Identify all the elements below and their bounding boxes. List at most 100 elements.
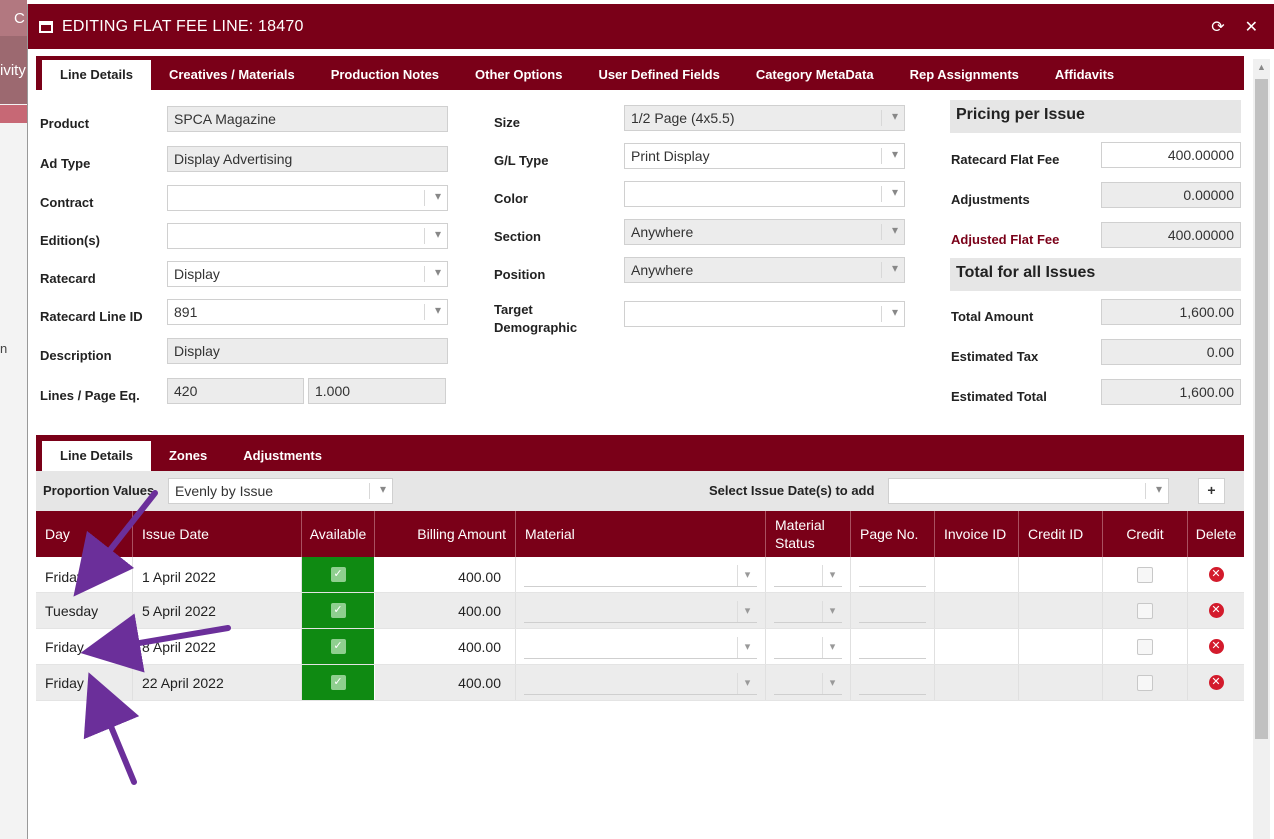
page-no-input[interactable] [859, 565, 926, 587]
chevron-down-icon: ▾ [822, 565, 842, 586]
credit-checkbox[interactable] [1137, 566, 1153, 583]
material-dropdown[interactable]: ▾ [524, 565, 757, 587]
close-icon[interactable]: ✕ [1245, 17, 1258, 37]
delete-icon[interactable]: ✕ [1208, 675, 1224, 690]
ad-type-field[interactable]: Display Advertising [167, 146, 448, 172]
tab-affidavits[interactable]: Affidavits [1037, 60, 1132, 90]
material-status-dropdown[interactable]: ▾ [774, 637, 842, 659]
scrollbar-thumb[interactable] [1255, 79, 1268, 739]
editions-label: Edition(s) [40, 233, 100, 248]
tab-rep-assignments[interactable]: Rep Assignments [892, 60, 1037, 90]
cell-available: ✓ [302, 557, 375, 592]
scroll-up-icon[interactable]: ▲ [1253, 59, 1270, 76]
issue-date-dropdown[interactable] [888, 478, 1169, 504]
cell-invoice-id [935, 629, 1019, 664]
cell-delete: ✕ [1188, 557, 1244, 592]
material-status-dropdown[interactable]: ▾ [774, 673, 842, 695]
col-material[interactable]: Material [516, 511, 766, 557]
credit-checkbox[interactable] [1137, 602, 1153, 619]
material-dropdown[interactable]: ▾ [524, 601, 757, 623]
material-status-dropdown[interactable]: ▾ [774, 601, 842, 623]
col-issue-date[interactable]: Issue Date [133, 511, 302, 557]
tab-other-options[interactable]: Other Options [457, 60, 580, 90]
col-day[interactable]: Day [36, 511, 133, 557]
col-credit-id[interactable]: Credit ID [1019, 511, 1103, 557]
table-row: Friday 1 April 2022 ✓ 400.00 ▾ ▾ ✕ [36, 557, 1244, 593]
product-field[interactable]: SPCA Magazine [167, 106, 448, 132]
tab-production-notes[interactable]: Production Notes [313, 60, 457, 90]
cell-page-no [851, 665, 935, 700]
target-demographic-dropdown[interactable] [624, 301, 905, 327]
page-eq-field[interactable]: 1.000 [308, 378, 446, 404]
proportion-values-dropdown[interactable]: Evenly by Issue [168, 478, 393, 504]
dialog-titlebar: EDITING FLAT FEE LINE: 18470 ⟳ ✕ [28, 4, 1274, 49]
col-billing-amount[interactable]: Billing Amount [375, 511, 516, 557]
cell-credit [1103, 593, 1188, 628]
tab-creatives-materials[interactable]: Creatives / Materials [151, 60, 313, 90]
tab-user-defined-fields[interactable]: User Defined Fields [580, 60, 737, 90]
refresh-icon[interactable]: ⟳ [1211, 17, 1224, 37]
ratecard-line-id-label: Ratecard Line ID [40, 309, 143, 324]
ratecard-dropdown[interactable]: Display [167, 261, 448, 287]
subtab-line-details[interactable]: Line Details [42, 441, 151, 471]
editions-dropdown[interactable] [167, 223, 448, 249]
background-tab: ivity [0, 36, 27, 104]
target-demographic-label: Target Demographic [494, 301, 577, 337]
pricing-per-issue-header: Pricing per Issue [950, 100, 1241, 133]
estimated-total-field[interactable]: 1,600.00 [1101, 379, 1241, 405]
tab-category-metadata[interactable]: Category MetaData [738, 60, 892, 90]
adjustments-field[interactable]: 0.00000 [1101, 182, 1241, 208]
main-tabs: Line Details Creatives / Materials Produ… [36, 56, 1244, 90]
page-no-input[interactable] [859, 637, 926, 659]
ratecard-line-id-dropdown[interactable]: 891 [167, 299, 448, 325]
background-text: n [0, 341, 8, 356]
material-dropdown[interactable]: ▾ [524, 637, 757, 659]
size-dropdown[interactable]: 1/2 Page (4x5.5) [624, 105, 905, 131]
available-checkbox[interactable]: ✓ [330, 675, 346, 690]
cell-page-no [851, 593, 935, 628]
color-dropdown[interactable] [624, 181, 905, 207]
credit-checkbox[interactable] [1137, 674, 1153, 691]
ratecard-flat-fee-field[interactable]: 400.00000 [1101, 142, 1241, 168]
subtab-zones[interactable]: Zones [151, 441, 225, 471]
col-invoice-id[interactable]: Invoice ID [935, 511, 1019, 557]
col-delete[interactable]: Delete [1188, 511, 1244, 557]
contract-dropdown[interactable] [167, 185, 448, 211]
description-field[interactable]: Display [167, 338, 448, 364]
delete-icon[interactable]: ✕ [1208, 603, 1224, 618]
page-no-input[interactable] [859, 601, 926, 623]
total-for-all-issues-header: Total for all Issues [950, 258, 1241, 291]
vertical-scrollbar[interactable]: ▲ [1253, 59, 1270, 839]
material-status-dropdown[interactable]: ▾ [774, 565, 842, 587]
delete-icon[interactable]: ✕ [1208, 567, 1224, 582]
cell-invoice-id [935, 557, 1019, 592]
cell-issue-date: 5 April 2022 [133, 593, 302, 628]
estimated-tax-field[interactable]: 0.00 [1101, 339, 1241, 365]
tab-line-details[interactable]: Line Details [42, 60, 151, 90]
page-no-input[interactable] [859, 673, 926, 695]
section-dropdown[interactable]: Anywhere [624, 219, 905, 245]
available-checkbox[interactable]: ✓ [330, 567, 346, 582]
cell-available: ✓ [302, 593, 375, 628]
estimated-tax-label: Estimated Tax [951, 349, 1039, 364]
available-checkbox[interactable]: ✓ [330, 639, 346, 654]
available-checkbox[interactable]: ✓ [330, 603, 346, 618]
cell-invoice-id [935, 593, 1019, 628]
issues-table-header: Day Issue Date Available Billing Amount … [36, 511, 1244, 557]
total-amount-field[interactable]: 1,600.00 [1101, 299, 1241, 325]
delete-icon[interactable]: ✕ [1208, 639, 1224, 654]
lines-field[interactable]: 420 [167, 378, 304, 404]
col-material-status[interactable]: Material Status [766, 511, 851, 557]
contract-label: Contract [40, 195, 94, 210]
credit-checkbox[interactable] [1137, 638, 1153, 655]
material-dropdown[interactable]: ▾ [524, 673, 757, 695]
col-page-no[interactable]: Page No. [851, 511, 935, 557]
cell-delete: ✕ [1188, 593, 1244, 628]
gl-type-dropdown[interactable]: Print Display [624, 143, 905, 169]
subtab-adjustments[interactable]: Adjustments [225, 441, 340, 471]
col-available[interactable]: Available [302, 511, 375, 557]
col-credit[interactable]: Credit [1103, 511, 1188, 557]
position-dropdown[interactable]: Anywhere [624, 257, 905, 283]
add-issue-button[interactable]: + [1198, 478, 1225, 504]
adjusted-flat-fee-field[interactable]: 400.00000 [1101, 222, 1241, 248]
